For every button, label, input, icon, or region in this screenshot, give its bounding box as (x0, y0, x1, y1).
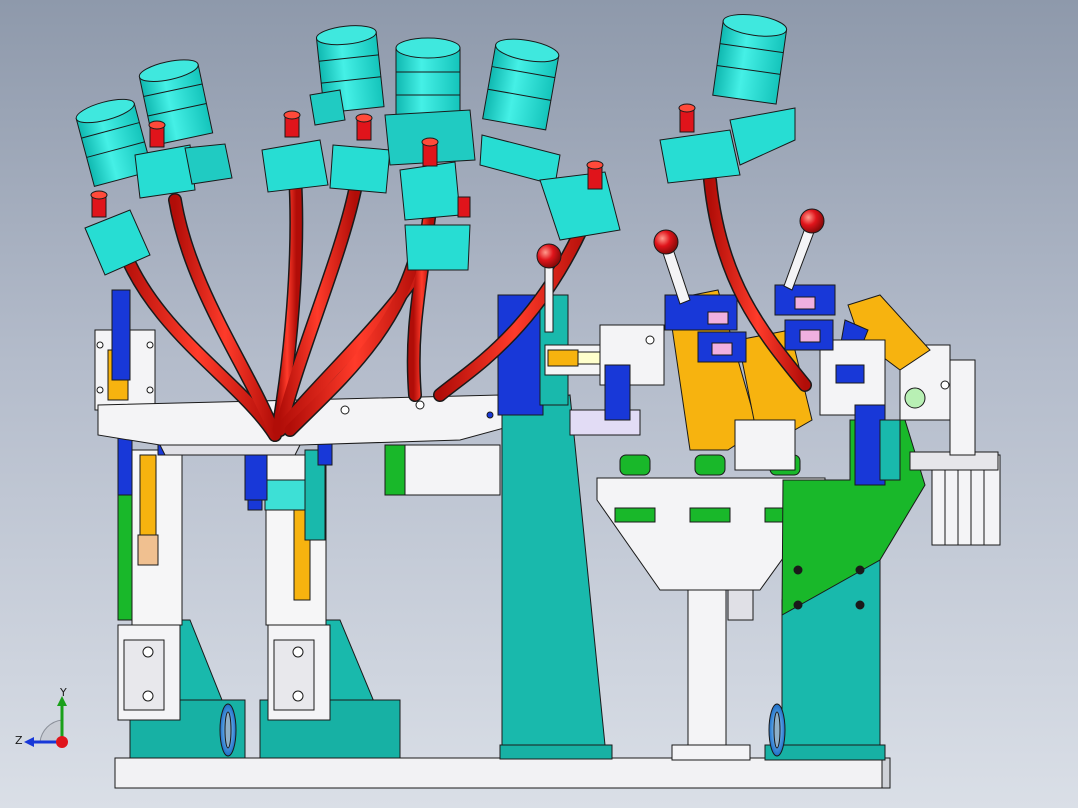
z-axis-label: Z (15, 734, 23, 747)
y-axis-label: Y (60, 686, 67, 699)
base-plate[interactable] (114, 757, 891, 789)
cad-viewport[interactable]: Y Z (0, 0, 1078, 808)
orientation-triad[interactable]: Y Z (10, 682, 80, 752)
assembly-model[interactable] (0, 0, 1078, 808)
